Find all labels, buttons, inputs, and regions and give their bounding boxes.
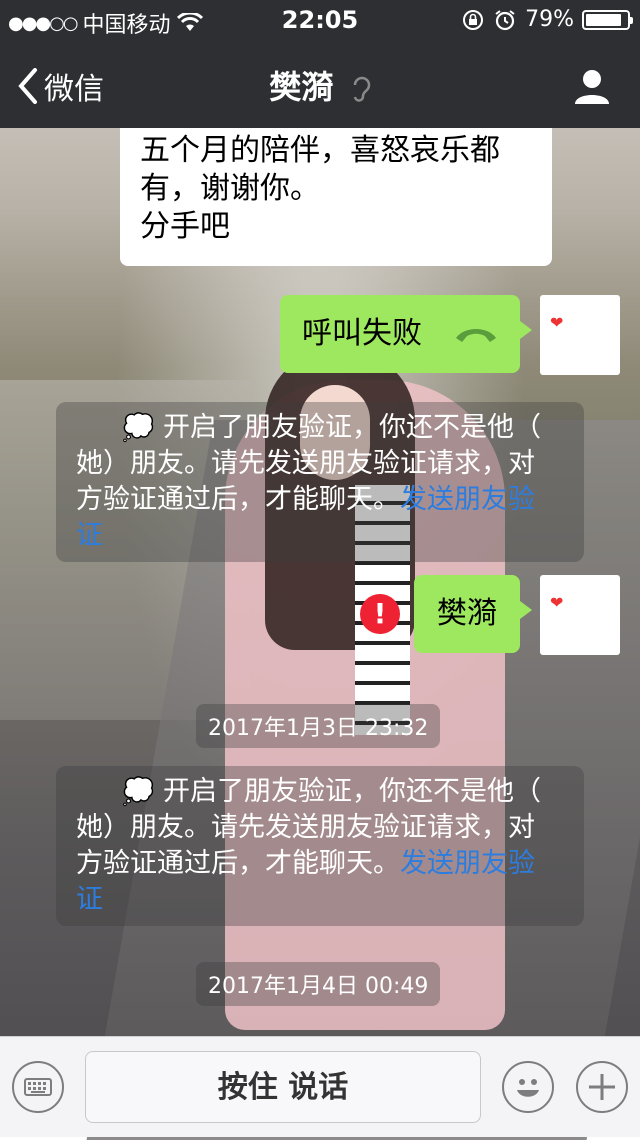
keyboard-icon [24,1078,52,1096]
status-bar: ●●●○○ 中国移动 22:05 79% [0,0,640,40]
my-avatar[interactable]: ❤ [540,295,620,375]
send-friend-request-link[interactable]: 发送朋友验 [400,484,535,515]
navigation-bar: 微信 樊漪 [0,40,640,128]
battery-percent: 79% [525,7,574,32]
send-friend-request-link[interactable]: 发送朋友验 [400,848,535,879]
more-options-button[interactable] [576,1061,628,1113]
heart-icon: ❤ [550,313,564,332]
sent-message-bubble[interactable]: 樊漪 [414,575,532,653]
alarm-icon [495,9,515,30]
cloud-icon: 💭 [122,413,155,443]
battery-icon [582,9,633,30]
received-message-bubble[interactable]: 五个月的陪伴，喜怒哀乐都 有，谢谢你。 分手吧 [120,128,552,266]
timestamp: 2017年1月3日 23:32 [196,704,441,748]
contact-name: 樊漪 [269,68,334,106]
chat-title: 樊漪 [0,62,640,108]
send-friend-request-link[interactable]: 证 [76,882,564,918]
message-text-line: 五个月的陪伴，喜怒哀乐都 [140,133,500,168]
call-failed-text: 呼叫失败 [302,316,422,351]
rotation-lock-icon [463,9,484,30]
timestamp: 2017年1月4日 00:49 [196,962,441,1006]
emoji-button[interactable] [502,1061,554,1113]
message-text-line: 分手吧 [140,209,230,244]
my-avatar[interactable]: ❤ [540,575,620,655]
sent-message-text: 樊漪 [437,596,497,631]
phone-hangup-icon [456,329,496,342]
input-bar: 按住 说话 [0,1036,640,1137]
system-notice: 💭 开启了朋友验证，你还不是他（ 她）朋友。请先发送朋友验证请求，对 方验证通过… [56,766,584,926]
keyboard-toggle-button[interactable] [12,1061,64,1113]
send-failed-icon[interactable]: ! [360,594,400,634]
send-friend-request-link[interactable]: 证 [76,518,564,554]
contact-info-icon[interactable] [572,66,612,106]
ear-icon [353,76,370,102]
emoji-icon [517,1079,539,1097]
cloud-icon: 💭 [122,777,155,807]
message-text-line: 有，谢谢你。 [140,171,320,206]
call-failed-bubble[interactable]: 呼叫失败 [280,295,532,373]
plus-icon [589,1074,615,1100]
hold-to-talk-button[interactable]: 按住 说话 [85,1051,481,1123]
system-notice: 💭 开启了朋友验证，你还不是他（ 她）朋友。请先发送朋友验证请求，对 方验证通过… [56,402,584,562]
heart-icon: ❤ [550,593,564,612]
